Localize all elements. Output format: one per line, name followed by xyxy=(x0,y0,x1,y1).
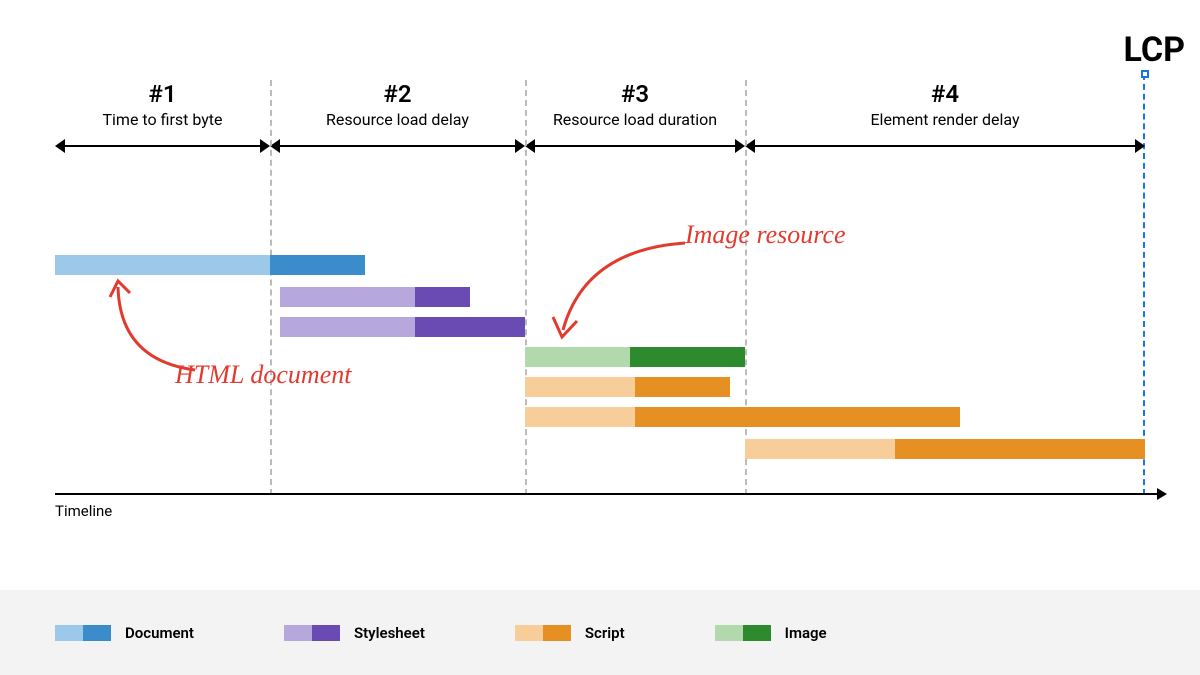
phase-number: #1 xyxy=(55,80,270,108)
annotation-arrow-image xyxy=(545,235,695,345)
resource-bar xyxy=(525,407,960,427)
legend: Document Stylesheet Script Image xyxy=(0,590,1200,675)
timeline-axis xyxy=(55,493,1165,495)
legend-swatch xyxy=(515,625,571,641)
bar-segment xyxy=(525,407,635,427)
legend-item: Image xyxy=(715,624,827,642)
annotation-image-resource: Image resource xyxy=(685,220,846,250)
phase-header-1: #1 Time to first byte xyxy=(55,80,270,153)
legend-label: Stylesheet xyxy=(354,624,425,642)
phase-range-arrow xyxy=(745,139,1145,153)
resource-bar xyxy=(280,317,525,337)
phase-header-4: #4 Element render delay xyxy=(745,80,1145,153)
lcp-marker-point xyxy=(1141,70,1149,78)
phase-header-3: #3 Resource load duration xyxy=(525,80,745,153)
legend-swatch xyxy=(55,625,111,641)
bar-segment xyxy=(280,317,415,337)
bar-segment xyxy=(895,439,1145,459)
legend-label: Image xyxy=(785,624,827,642)
bar-segment xyxy=(745,439,895,459)
legend-label: Script xyxy=(585,624,625,642)
phase-number: #2 xyxy=(270,80,525,108)
phase-divider xyxy=(270,80,272,495)
legend-item: Document xyxy=(55,624,194,642)
phase-range-arrow xyxy=(270,139,525,153)
bar-segment xyxy=(280,287,415,307)
bar-segment xyxy=(635,377,730,397)
phase-range-arrow xyxy=(525,139,745,153)
resource-bar xyxy=(525,347,745,367)
bar-segment xyxy=(630,347,745,367)
legend-swatch xyxy=(284,625,340,641)
phase-divider xyxy=(525,80,527,495)
phase-title: Resource load delay xyxy=(270,110,525,129)
lcp-label: LCP xyxy=(1124,30,1186,70)
legend-item: Script xyxy=(515,624,625,642)
resource-bar xyxy=(55,255,365,275)
bar-segment xyxy=(525,347,630,367)
phase-range-arrow xyxy=(55,139,270,153)
phase-title: Resource load duration xyxy=(525,110,745,129)
resource-bar xyxy=(745,439,1145,459)
phase-number: #3 xyxy=(525,80,745,108)
annotation-html-document: HTML document xyxy=(175,360,351,390)
axis-label: Timeline xyxy=(55,502,112,520)
phase-title: Time to first byte xyxy=(55,110,270,129)
legend-label: Document xyxy=(125,624,194,642)
bar-segment xyxy=(635,407,960,427)
legend-swatch xyxy=(715,625,771,641)
phase-header-2: #2 Resource load delay xyxy=(270,80,525,153)
resource-bar xyxy=(280,287,470,307)
lcp-timeline-diagram: LCP #1Time to first byte#2Resource load … xyxy=(55,30,1165,530)
bar-segment xyxy=(270,255,365,275)
bar-segment xyxy=(415,317,525,337)
phase-title: Element render delay xyxy=(745,110,1145,129)
bar-segment xyxy=(525,377,635,397)
legend-item: Stylesheet xyxy=(284,624,425,642)
bar-segment xyxy=(55,255,270,275)
resource-bar xyxy=(525,377,730,397)
phase-number: #4 xyxy=(745,80,1145,108)
phase-divider xyxy=(745,80,747,495)
bar-segment xyxy=(415,287,470,307)
